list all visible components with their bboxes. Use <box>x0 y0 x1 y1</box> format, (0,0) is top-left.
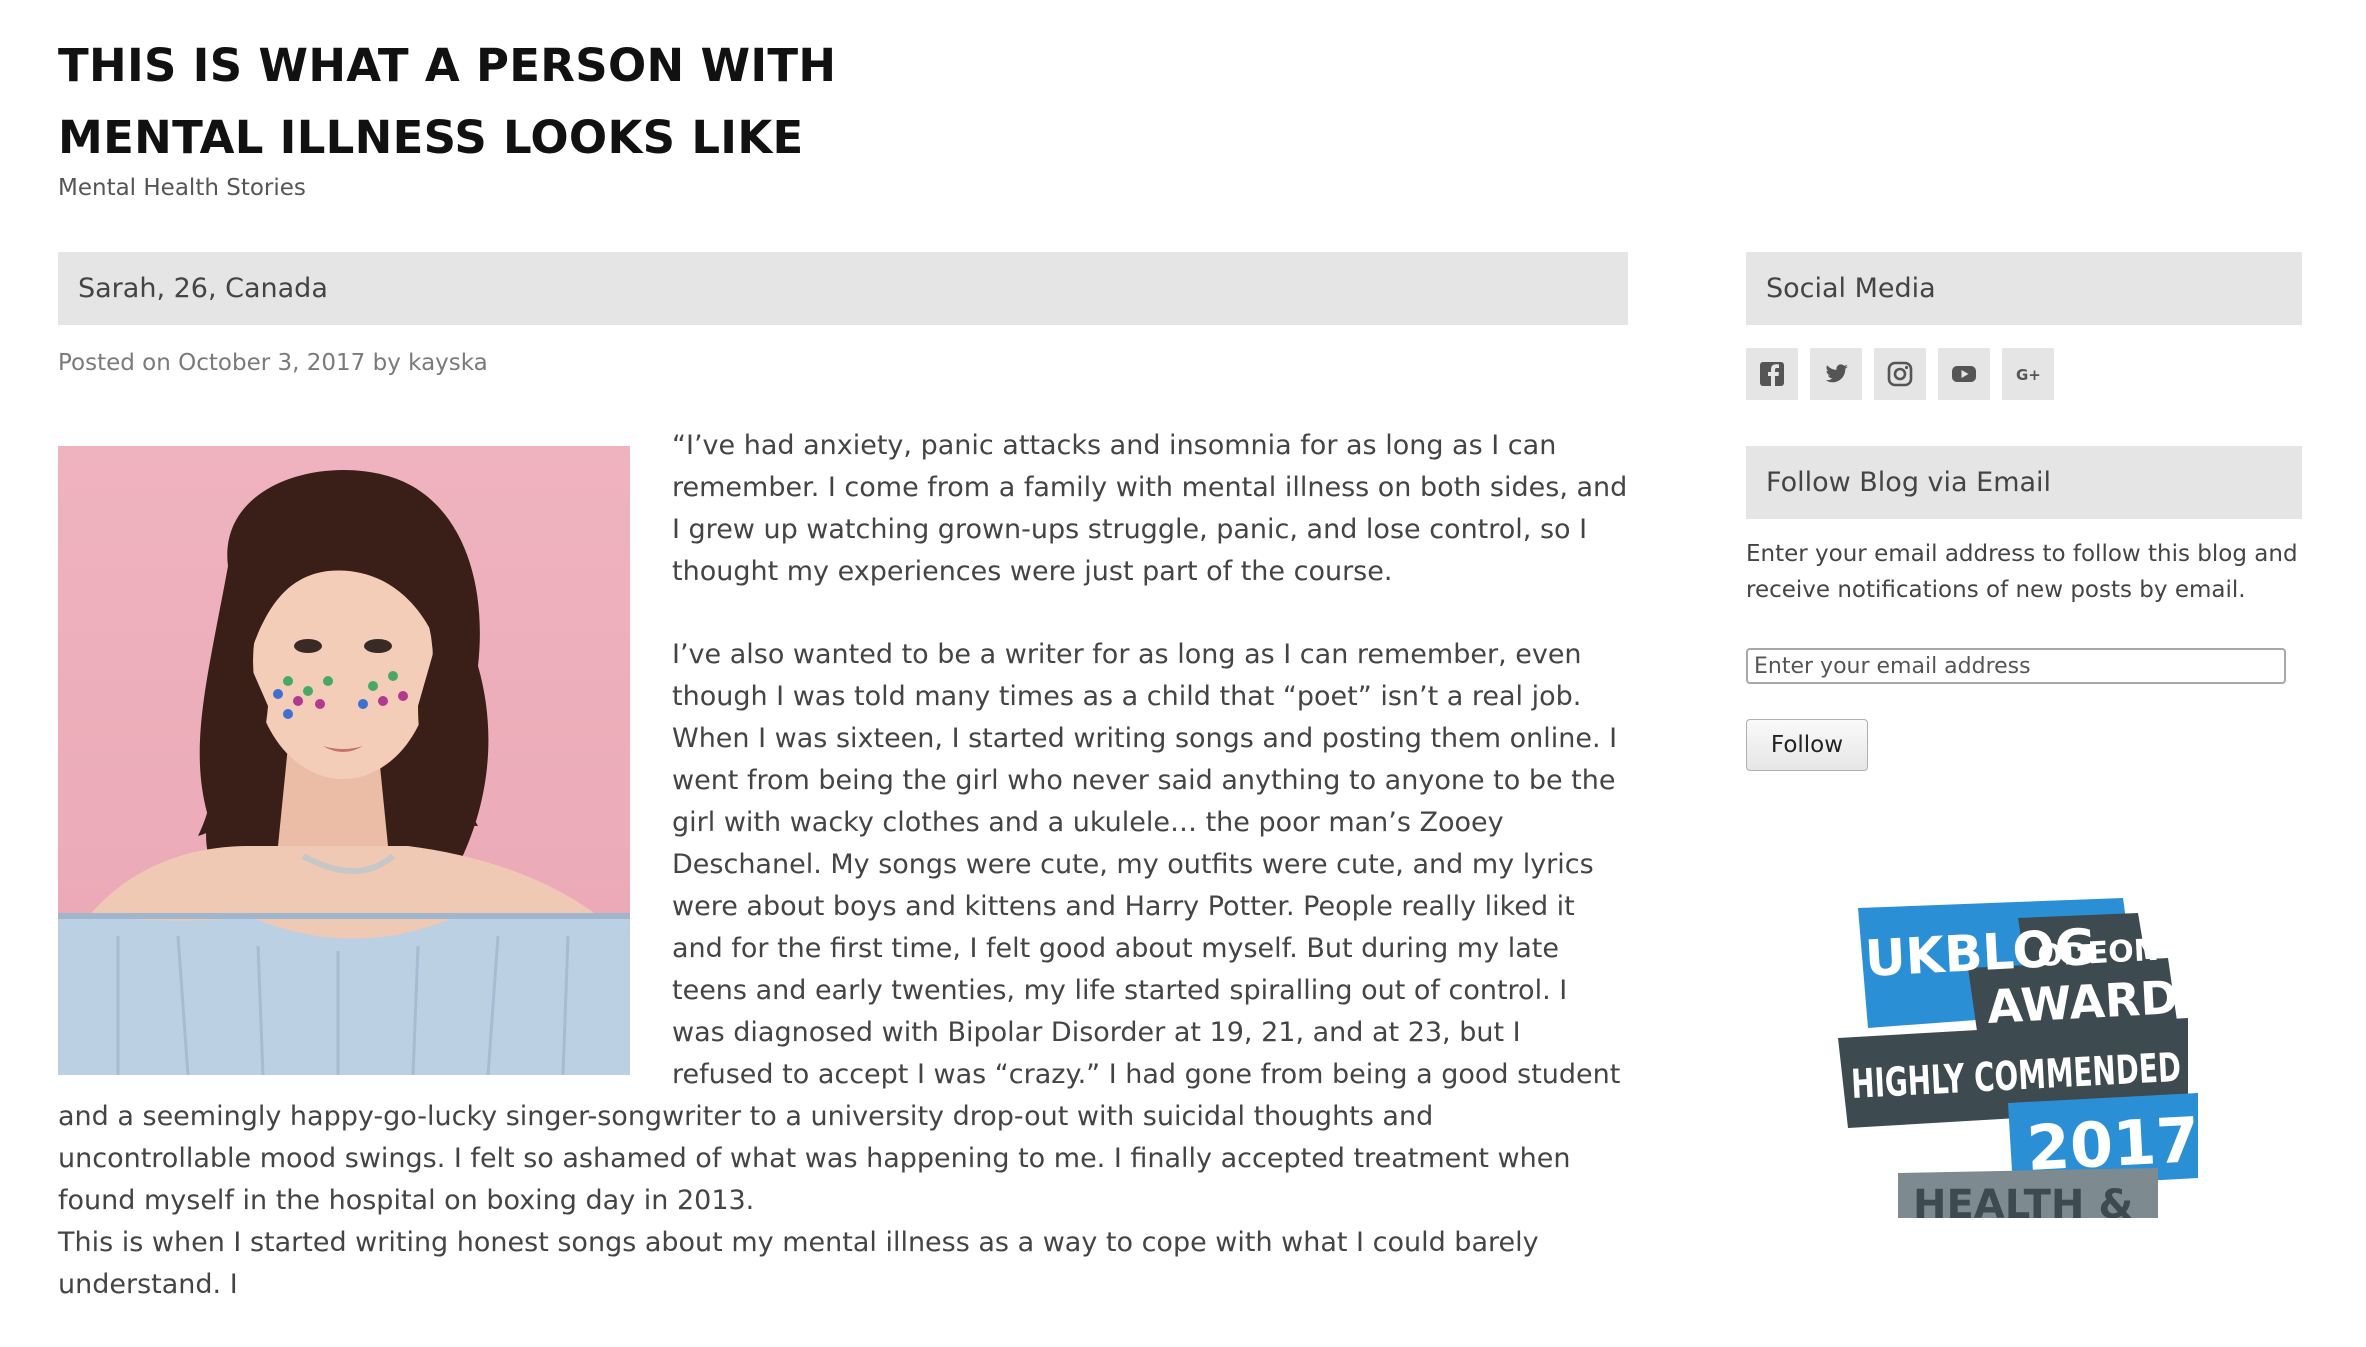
badge-year: 2017 <box>2025 1103 2201 1185</box>
post-title-bar: Sarah, 26, Canada <box>58 252 1628 325</box>
site-title[interactable]: THIS IS WHAT A PERSON WITH MENTAL ILLNES… <box>58 30 1058 174</box>
post-title[interactable]: Sarah, 26, Canada <box>78 273 328 304</box>
post-content: “I’ve had anxiety, panic attacks and ins… <box>58 425 1628 1347</box>
youtube-icon[interactable] <box>1938 348 1990 400</box>
meta-prefix: Posted on <box>58 350 171 376</box>
post-date-link[interactable]: October 3, 2017 <box>178 350 365 376</box>
awards-badge-graphic: UKBLOG ODEON AWARDS HIGHLY COMMENDED 201… <box>1838 898 2208 1218</box>
follow-blog-title: Follow Blog via Email <box>1766 467 2052 498</box>
twitter-icon[interactable] <box>1810 348 1862 400</box>
social-media-widget-header: Social Media <box>1746 252 2302 325</box>
image-float-spacer <box>58 425 672 1080</box>
social-icons-row: G+ <box>1746 348 2054 400</box>
svg-text:G+: G+ <box>2016 366 2041 384</box>
post-meta: Posted on October 3, 2017 by kayska <box>58 350 488 376</box>
email-input[interactable] <box>1746 648 2286 684</box>
social-media-title: Social Media <box>1766 273 1936 304</box>
follow-blog-widget-header: Follow Blog via Email <box>1746 446 2302 519</box>
badge-awards: AWARDS <box>1986 968 2208 1034</box>
post-paragraph-3: This is when I started writing honest so… <box>58 1227 1539 1300</box>
badge-category: HEALTH & <box>1913 1182 2133 1218</box>
badge-odeon: ODEON <box>2037 933 2160 974</box>
post-author-link[interactable]: kayska <box>408 350 488 376</box>
facebook-icon[interactable] <box>1746 348 1798 400</box>
uk-blog-awards-badge[interactable]: UKBLOG ODEON AWARDS HIGHLY COMMENDED 201… <box>1838 898 2208 1218</box>
google-plus-icon[interactable]: G+ <box>2002 348 2054 400</box>
instagram-icon[interactable] <box>1874 348 1926 400</box>
follow-button[interactable]: Follow <box>1746 719 1868 771</box>
meta-by: by <box>372 350 401 376</box>
follow-blog-description: Enter your email address to follow this … <box>1746 541 2298 603</box>
site-description: Mental Health Stories <box>58 175 306 201</box>
